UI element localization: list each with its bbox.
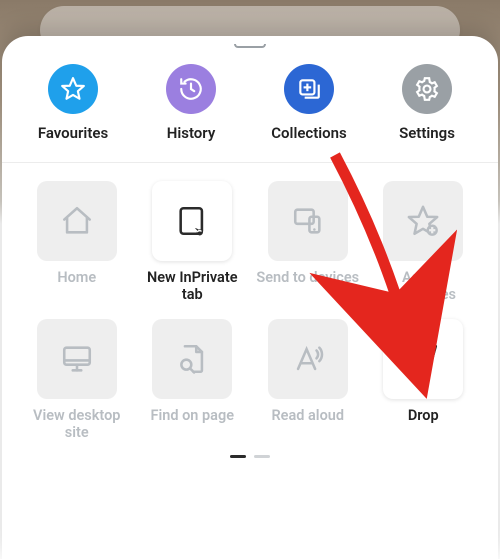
grid-label: New InPrivate tab [140, 269, 246, 305]
grid-item-add-favourites[interactable]: Add to favourites [371, 181, 477, 305]
action-grid: Home New InPrivate tab Send to devices A… [2, 163, 498, 451]
top-label: Settings [399, 124, 455, 142]
collections-icon [284, 64, 334, 114]
send-devices-icon [268, 181, 348, 261]
page-dot [254, 455, 270, 458]
top-label: Collections [271, 124, 347, 142]
top-shortcut-row: Favourites History Collections Settings [2, 58, 498, 163]
top-item-collections[interactable]: Collections [250, 64, 368, 142]
grid-label: Read aloud [271, 407, 344, 443]
grid-label: Add to favourites [371, 269, 477, 305]
grid-item-new-inprivate[interactable]: New InPrivate tab [140, 181, 246, 305]
page-indicator [2, 451, 498, 460]
top-item-history[interactable]: History [132, 64, 250, 142]
find-icon [152, 319, 232, 399]
grid-label: Send to devices [256, 269, 359, 305]
grid-item-drop[interactable]: Drop [371, 319, 477, 443]
grid-label: Find on page [150, 407, 234, 443]
star-icon [48, 64, 98, 114]
grid-item-read-aloud[interactable]: Read aloud [255, 319, 361, 443]
desktop-icon [37, 319, 117, 399]
grid-item-home[interactable]: Home [24, 181, 130, 305]
grid-label: Home [57, 269, 96, 305]
top-item-favourites[interactable]: Favourites [14, 64, 132, 142]
top-label: Favourites [38, 124, 108, 142]
history-icon [166, 64, 216, 114]
gear-icon [402, 64, 452, 114]
grid-label: Drop [408, 407, 439, 443]
send-icon [383, 319, 463, 399]
top-item-settings[interactable]: Settings [368, 64, 486, 142]
grid-item-send-devices[interactable]: Send to devices [255, 181, 361, 305]
grid-label: View desktop site [24, 407, 130, 443]
grid-item-find-on-page[interactable]: Find on page [140, 319, 246, 443]
menu-sheet: Favourites History Collections Settings [2, 36, 498, 559]
page-dot-active [230, 455, 246, 458]
sheet-grabber[interactable] [234, 44, 266, 48]
top-label: History [167, 124, 216, 142]
read-aloud-icon [268, 319, 348, 399]
home-icon [37, 181, 117, 261]
star-add-icon [383, 181, 463, 261]
inprivate-icon [152, 181, 232, 261]
grid-item-view-desktop[interactable]: View desktop site [24, 319, 130, 443]
